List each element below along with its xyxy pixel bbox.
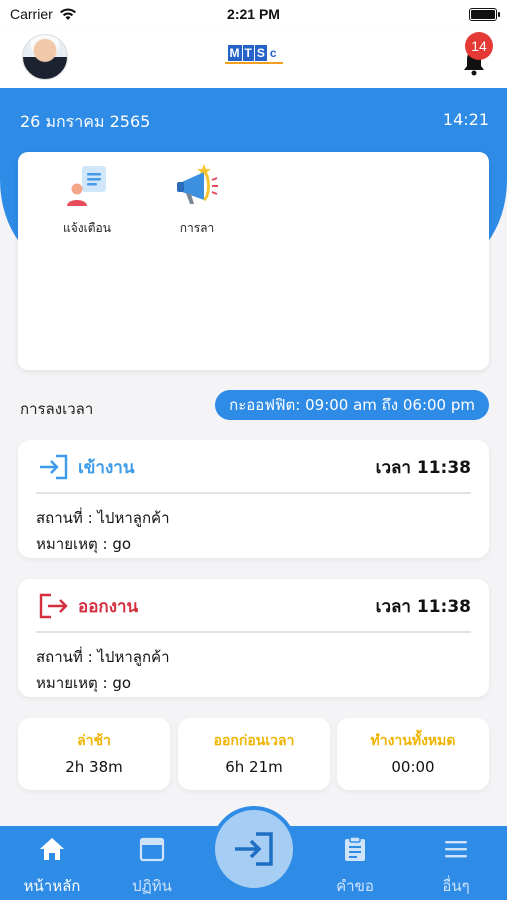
check-out-time: เวลา 11:38 <box>375 596 471 617</box>
status-bar: Carrier 2:21 PM <box>0 0 507 28</box>
stat-value: 2h 38m <box>65 758 123 776</box>
nav-more[interactable]: อื่นๆ <box>416 836 496 898</box>
check-out-header: ออกงาน เวลา 11:38 <box>38 591 471 621</box>
divider <box>36 492 471 494</box>
battery-icon <box>469 7 500 21</box>
check-in-time: เวลา 11:38 <box>375 457 471 478</box>
nav-label: คำขอ <box>336 877 374 895</box>
stat-label: ล่าช้า <box>77 733 111 749</box>
nav-label: หน้าหลัก <box>23 877 81 895</box>
logo-letter: T <box>242 45 254 61</box>
clipboard-icon <box>345 836 365 861</box>
nav-home[interactable]: หน้าหลัก <box>12 836 92 898</box>
carrier-label: Carrier <box>10 6 53 22</box>
current-time: 14:21 <box>442 110 489 129</box>
sign-out-icon <box>39 593 68 619</box>
sign-in-icon <box>40 454 68 480</box>
top-header: M T S c 14 <box>0 28 507 88</box>
office-hours-badge: กะออฟฟิต: 09:00 am ถึง 06:00 pm <box>215 390 489 420</box>
status-left: Carrier <box>10 6 77 22</box>
stat-label: ออกก่อนเวลา <box>213 733 295 749</box>
stat-late: ล่าช้า 2h 38m <box>18 718 170 790</box>
logo-letter: c <box>267 45 279 61</box>
avatar[interactable] <box>22 34 68 80</box>
menu-label: แจ้งเตือน <box>63 221 111 235</box>
calendar-icon <box>139 837 165 862</box>
stat-value: 6h 21m <box>225 758 283 776</box>
check-out-card[interactable]: ออกงาน เวลา 11:38 สถานที่ : ไปหาลูกค้า ห… <box>18 579 489 697</box>
nav-requests[interactable]: คำขอ <box>315 836 395 898</box>
check-out-note: หมายเหตุ : go <box>36 674 132 692</box>
company-logo: M T S c <box>224 44 283 64</box>
nav-calendar[interactable]: ปฏิทิน <box>112 836 192 898</box>
section-title: การลงเวลา <box>20 400 94 418</box>
check-in-location: สถานที่ : ไปหาลูกค้า <box>36 509 170 527</box>
menu-card: แจ้งเตือน การลา <box>18 152 489 370</box>
megaphone-icon <box>177 164 218 204</box>
notification-badge[interactable]: 14 <box>465 32 493 60</box>
logo-letter: S <box>254 45 267 61</box>
check-out-label: ออกงาน <box>78 596 139 617</box>
logo-letter: M <box>227 45 242 61</box>
stat-label: ทำงานทั้งหมด <box>370 733 456 749</box>
stat-early-leave: ออกก่อนเวลา 6h 21m <box>178 718 330 790</box>
check-in-fab[interactable] <box>211 806 297 892</box>
menu-item-notification[interactable]: แจ้งเตือน <box>42 164 132 238</box>
check-in-header: เข้างาน เวลา 11:38 <box>38 452 471 482</box>
home-icon <box>40 838 64 860</box>
check-in-note: หมายเหตุ : go <box>36 535 132 553</box>
current-date: 26 มกราคม 2565 <box>20 112 151 131</box>
sign-in-icon <box>235 832 273 866</box>
nav-label: ปฏิทิน <box>132 877 172 895</box>
check-in-card[interactable]: เข้างาน เวลา 11:38 สถานที่ : ไปหาลูกค้า … <box>18 440 489 558</box>
stat-value: 00:00 <box>391 758 435 776</box>
menu-label: การลา <box>179 221 215 235</box>
divider <box>36 631 471 633</box>
nav-label: อื่นๆ <box>442 877 470 895</box>
menu-item-leave[interactable]: การลา <box>152 160 242 238</box>
check-in-label: เข้างาน <box>78 457 135 478</box>
notification-icon <box>67 166 106 206</box>
stat-total-work: ทำงานทั้งหมด 00:00 <box>337 718 489 790</box>
wifi-icon <box>59 7 76 20</box>
check-out-location: สถานที่ : ไปหาลูกค้า <box>36 648 170 666</box>
menu-icon <box>445 841 467 858</box>
status-time: 2:21 PM <box>227 6 280 22</box>
